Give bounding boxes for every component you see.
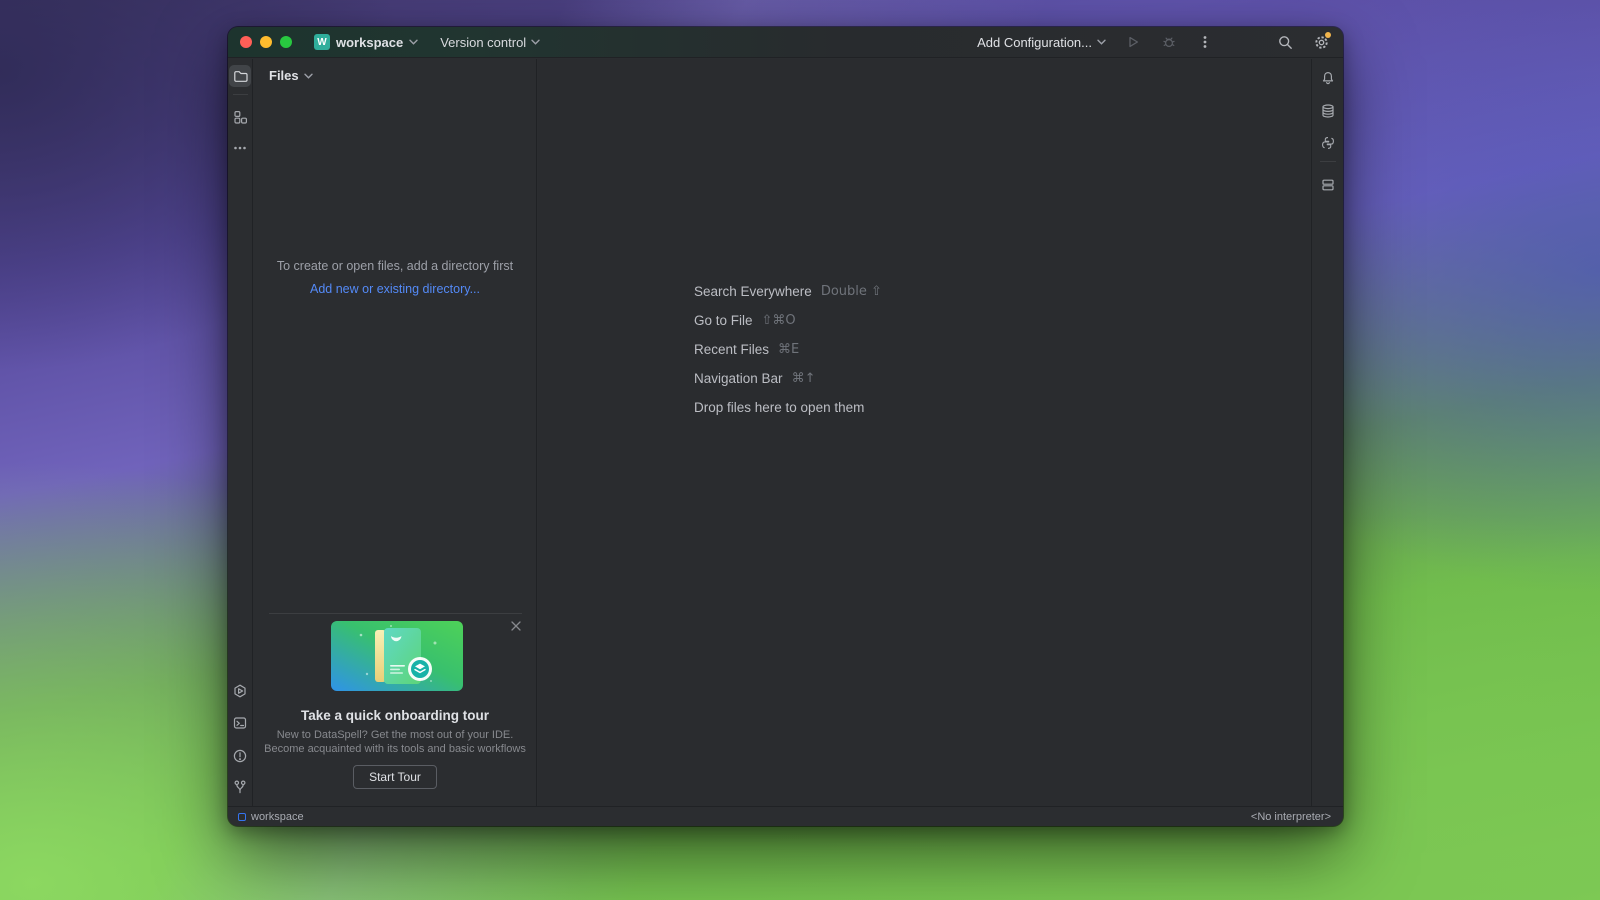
shortcut-keys: Double ⇧ [821, 284, 882, 299]
problems-tool-button[interactable] [229, 745, 251, 767]
editor-area: Search Everywhere Double ⇧ Go to File ⇧⌘… [538, 59, 1310, 806]
interpreter-widget[interactable]: <No interpreter> [1251, 811, 1331, 823]
problems-icon [232, 748, 248, 764]
shortcut-keys: ⇧⌘O [762, 313, 796, 328]
shortcut-row: Recent Files ⌘E [694, 335, 882, 364]
structure-tool-button[interactable] [229, 106, 251, 128]
database-icon [1320, 103, 1336, 119]
traffic-lights [240, 36, 292, 48]
dataspell-window: W workspace Version control Add Configur… [228, 27, 1343, 826]
files-panel-title: Files [269, 68, 299, 83]
shortcut-label: Recent Files [694, 342, 769, 357]
status-bar: workspace <No interpreter> [228, 806, 1343, 826]
right-tool-stripe [1311, 59, 1343, 806]
search-everywhere-button[interactable] [1276, 33, 1294, 51]
start-tour-button[interactable]: Start Tour [353, 765, 437, 789]
run-icon [1125, 34, 1141, 50]
terminal-icon [232, 715, 248, 731]
shortcut-keys: ⌘E [778, 342, 799, 357]
left-tool-stripe [228, 59, 253, 806]
panel-divider [269, 613, 522, 614]
onboarding-illustration [331, 621, 463, 691]
onboarding-description-line2: Become acquainted with its tools and bas… [254, 742, 536, 756]
ide-body: Files To create or open files, add a dir… [228, 59, 1343, 806]
terminal-tool-button[interactable] [229, 712, 251, 734]
debug-icon [1161, 34, 1177, 50]
debug-button[interactable] [1160, 33, 1178, 51]
services-tool-button[interactable] [229, 680, 251, 702]
onboarding-title: Take a quick onboarding tour [254, 708, 536, 723]
shortcut-label: Go to File [694, 313, 753, 328]
python-packages-icon [1320, 135, 1336, 151]
minimize-window-button[interactable] [260, 36, 272, 48]
layout-tool-button[interactable] [1317, 174, 1339, 196]
shortcut-row: Go to File ⇧⌘O [694, 306, 882, 335]
titlebar: W workspace Version control Add Configur… [228, 27, 1343, 58]
close-icon [511, 621, 521, 631]
shortcut-row: Drop files here to open them [694, 393, 882, 422]
project-square-icon [238, 813, 246, 821]
onboarding-description: New to DataSpell? Get the most out of yo… [254, 728, 536, 756]
chevron-down-icon [1097, 39, 1106, 45]
project-widget[interactable]: W workspace [314, 34, 418, 50]
python-packages-tool-button[interactable] [1317, 132, 1339, 154]
files-tool-window: Files To create or open files, add a dir… [254, 59, 537, 806]
run-button[interactable] [1124, 33, 1142, 51]
project-icon: W [314, 34, 330, 50]
settings-button[interactable] [1312, 33, 1330, 51]
structure-widgets-icon [232, 109, 248, 125]
stripe-divider [1320, 161, 1336, 162]
search-icon [1277, 34, 1294, 51]
chevron-down-icon [409, 39, 418, 45]
status-project-label: workspace [251, 811, 304, 823]
onboarding-description-line1: New to DataSpell? Get the most out of yo… [254, 728, 536, 742]
more-vertical-icon [1197, 34, 1213, 50]
notifications-button[interactable] [1317, 67, 1339, 89]
more-horizontal-icon [232, 140, 248, 156]
layout-rows-icon [1320, 177, 1336, 193]
chevron-down-icon [531, 39, 540, 45]
project-name: workspace [336, 35, 403, 50]
git-branch-icon [232, 779, 248, 795]
shortcut-label: Drop files here to open them [694, 400, 864, 415]
close-window-button[interactable] [240, 36, 252, 48]
version-control-tool-button[interactable] [229, 776, 251, 798]
run-configurations-widget[interactable]: Add Configuration... [977, 35, 1106, 50]
desktop-wallpaper: W workspace Version control Add Configur… [0, 0, 1600, 900]
folder-icon [232, 68, 248, 84]
chevron-down-icon [304, 73, 313, 79]
add-directory-link[interactable]: Add new or existing directory... [310, 282, 480, 296]
files-panel-header[interactable]: Files [269, 68, 313, 83]
services-icon [232, 683, 248, 699]
shortcut-keys: ⌘↑ [792, 371, 816, 386]
settings-notification-badge [1325, 32, 1331, 38]
zoom-window-button[interactable] [280, 36, 292, 48]
editor-empty-shortcuts: Search Everywhere Double ⇧ Go to File ⇧⌘… [694, 277, 882, 422]
shortcut-label: Navigation Bar [694, 371, 783, 386]
shortcut-row: Navigation Bar ⌘↑ [694, 364, 882, 393]
files-empty-message: To create or open files, add a directory… [254, 259, 536, 273]
more-actions-button[interactable] [1196, 33, 1214, 51]
vcs-label: Version control [440, 35, 526, 50]
shortcut-label: Search Everywhere [694, 284, 812, 299]
notifications-bell-icon [1320, 70, 1336, 86]
close-card-button[interactable] [509, 619, 523, 633]
status-project-widget: workspace [238, 811, 304, 823]
files-empty-state: To create or open files, add a directory… [254, 259, 536, 296]
shortcut-row: Search Everywhere Double ⇧ [694, 277, 882, 306]
stripe-divider [233, 94, 248, 95]
database-tool-button[interactable] [1317, 100, 1339, 122]
more-tools-button[interactable] [229, 137, 251, 159]
add-configuration-label: Add Configuration... [977, 35, 1092, 50]
vcs-widget[interactable]: Version control [440, 35, 540, 50]
files-tool-button[interactable] [229, 65, 251, 87]
